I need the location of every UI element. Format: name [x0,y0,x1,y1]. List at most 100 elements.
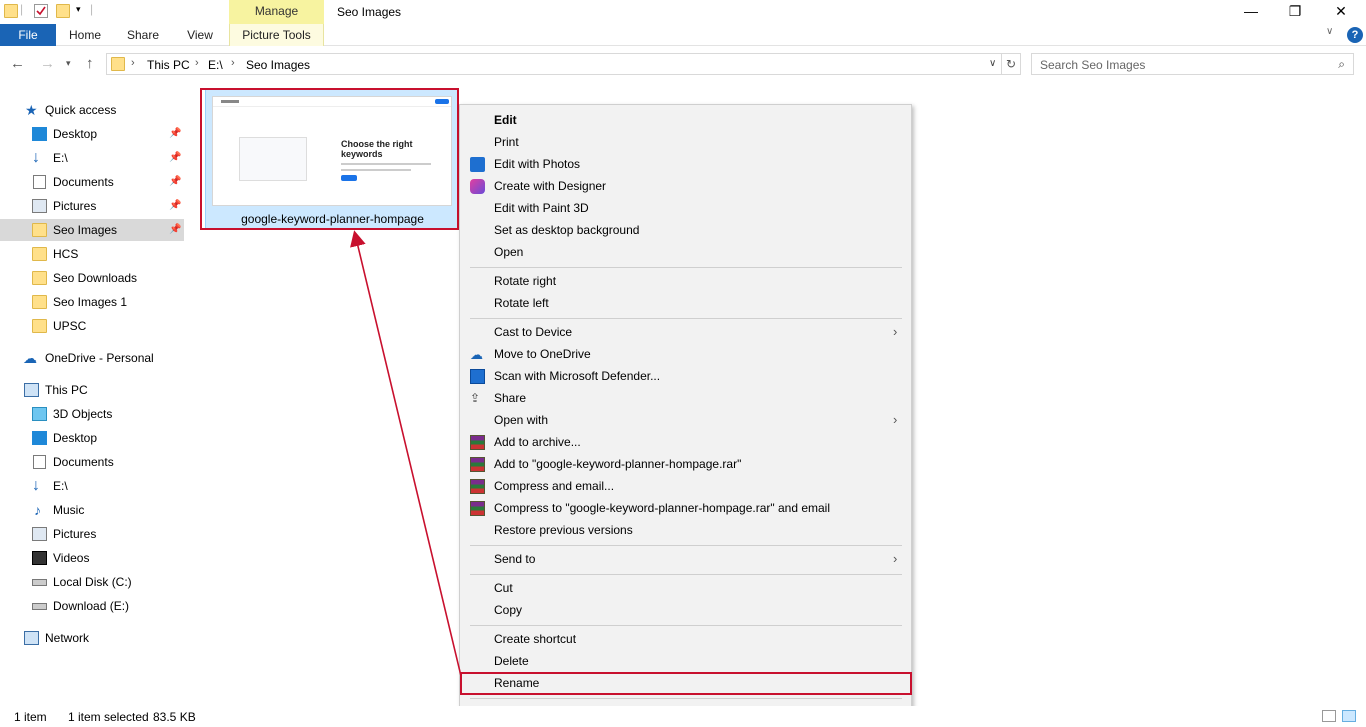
nav-item-pictures[interactable]: Pictures 📌 [0,195,184,217]
menu-item-edit-with-photos[interactable]: Edit with Photos [460,153,911,175]
restore-icon[interactable]: ❐ [1272,0,1318,24]
menu-item-set-desktop-background[interactable]: Set as desktop background [460,219,911,241]
forward-icon[interactable]: → [40,55,55,72]
tab-home[interactable]: Home [60,24,110,46]
nav-onedrive[interactable]: ☁ OneDrive - Personal [0,347,184,369]
menu-item-create-with-designer[interactable]: Create with Designer [460,175,911,197]
menu-label: Scan with Microsoft Defender... [494,369,661,383]
nav-item-seo-images-1[interactable]: Seo Images 1 [0,291,184,313]
nav-item-desktop[interactable]: Desktop 📌 [0,123,184,145]
menu-item-send-to[interactable]: Send to › [460,548,911,570]
nav-item-hcs[interactable]: HCS [0,243,184,265]
film-icon [32,551,47,565]
menu-label: Add to "google-keyword-planner-hompage.r… [494,457,742,471]
customize-quick-access-icon[interactable]: ▾ [76,4,81,15]
tab-file[interactable]: File [0,24,56,46]
menu-item-scan-defender[interactable]: Scan with Microsoft Defender... [460,365,911,387]
breadcrumb-e-drive[interactable]: E:\ [208,58,223,72]
nav-item-upsc[interactable]: UPSC [0,315,184,337]
folder-icon[interactable] [4,4,18,18]
menu-item-print[interactable]: Print [460,131,911,153]
nav-pc-desktop[interactable]: Desktop [0,427,184,449]
refresh-icon[interactable]: ↻ [1002,53,1021,75]
nav-pc-documents[interactable]: Documents [0,451,184,473]
large-icons-view-icon[interactable] [1342,710,1356,722]
up-icon[interactable]: ↑ [86,55,94,72]
menu-item-restore-previous-versions[interactable]: Restore previous versions [460,519,911,541]
tab-view[interactable]: View [176,24,224,46]
chevron-right-icon: › [893,551,898,566]
nav-label: Desktop [53,127,98,141]
menu-item-open[interactable]: Open [460,241,911,263]
menu-item-share[interactable]: ⇪ Share [460,387,911,409]
nav-item-seo-downloads[interactable]: Seo Downloads [0,267,184,289]
menu-item-compress-and-email[interactable]: Compress and email... [460,475,911,497]
chevron-right-icon[interactable]: › [195,57,199,69]
documents-icon [33,455,46,469]
chevron-right-icon[interactable]: › [231,57,235,69]
chevron-right-icon: › [893,412,898,427]
nav-network[interactable]: Network [0,627,184,649]
close-icon[interactable]: ✕ [1318,0,1364,24]
nav-pc-3d-objects[interactable]: 3D Objects [0,403,184,425]
nav-item-documents[interactable]: Documents 📌 [0,171,184,193]
breadcrumb-this-pc[interactable]: This PC [147,58,190,72]
properties-check-icon[interactable] [34,4,48,18]
tab-share[interactable]: Share [118,24,168,46]
menu-item-create-shortcut[interactable]: Create shortcut [460,628,911,650]
nav-label: Seo Images 1 [53,295,128,309]
help-icon[interactable]: ? [1347,27,1363,43]
menu-item-add-to-rar[interactable]: Add to "google-keyword-planner-hompage.r… [460,453,911,475]
minimize-icon[interactable]: — [1228,0,1274,24]
nav-pc-pictures[interactable]: Pictures [0,523,184,545]
chevron-down-icon[interactable]: ∨ [989,58,996,69]
nav-pc-download-e[interactable]: Download (E:) [0,595,184,617]
nav-pc-videos[interactable]: Videos [0,547,184,569]
menu-item-edit-with-paint-3d[interactable]: Edit with Paint 3D [460,197,911,219]
tab-picture-tools[interactable]: Picture Tools [229,24,324,46]
menu-label: Edit with Photos [494,157,581,171]
nav-label: Download (E:) [53,599,130,613]
menu-label: Send to [494,552,536,566]
menu-separator [470,318,902,319]
menu-item-edit[interactable]: Edit [460,109,911,131]
back-icon[interactable]: ← [10,55,25,72]
search-input[interactable]: Search Seo Images ⌕ [1031,53,1354,75]
star-icon: ★ [25,102,38,118]
menu-item-delete[interactable]: Delete [460,650,911,672]
nav-pc-music[interactable]: ♪ Music [0,499,184,521]
menu-item-cut[interactable]: Cut [460,577,911,599]
new-folder-icon[interactable] [56,4,70,18]
menu-item-compress-to-rar-and-email[interactable]: Compress to "google-keyword-planner-homp… [460,497,911,519]
nav-label: Network [45,631,90,645]
menu-item-rotate-left[interactable]: Rotate left [460,292,911,314]
tab-manage[interactable]: Manage [229,0,324,24]
nav-label: Quick access [45,103,117,117]
nav-item-e-drive[interactable]: ↓ E:\ 📌 [0,147,184,169]
menu-item-copy[interactable]: Copy [460,599,911,621]
recent-locations-icon[interactable]: ▾ [66,58,71,69]
nav-quick-access[interactable]: ★ Quick access [0,99,184,121]
menu-item-open-with[interactable]: Open with › [460,409,911,431]
chevron-right-icon[interactable]: › [131,57,135,69]
menu-item-move-to-onedrive[interactable]: ☁ Move to OneDrive [460,343,911,365]
nav-this-pc[interactable]: This PC [0,379,184,401]
folder-icon [32,319,47,333]
expand-ribbon-icon[interactable]: ∨ [1326,26,1333,37]
pin-icon: 📌 [169,200,182,211]
menu-item-add-to-archive[interactable]: Add to archive... [460,431,911,453]
nav-item-seo-images[interactable]: Seo Images 📌 [0,219,184,241]
folder-icon [32,223,47,237]
drive-icon [32,579,47,586]
menu-item-cast-to-device[interactable]: Cast to Device › [460,321,911,343]
details-view-icon[interactable] [1322,710,1336,722]
nav-pc-local-disk-c[interactable]: Local Disk (C:) [0,571,184,593]
menu-item-rotate-right[interactable]: Rotate right [460,270,911,292]
search-icon[interactable]: ⌕ [1338,57,1345,72]
cloud-icon: ☁ [470,347,483,362]
breadcrumb-seo-images[interactable]: Seo Images [246,58,310,72]
address-bar[interactable]: › This PC › E:\ › Seo Images ∨ [106,53,1002,75]
drive-icon [32,603,47,610]
ribbon-tabs: File Home Share View Picture Tools ∨ ? [0,24,1366,46]
nav-pc-e-drive[interactable]: ↓ E:\ [0,475,184,497]
